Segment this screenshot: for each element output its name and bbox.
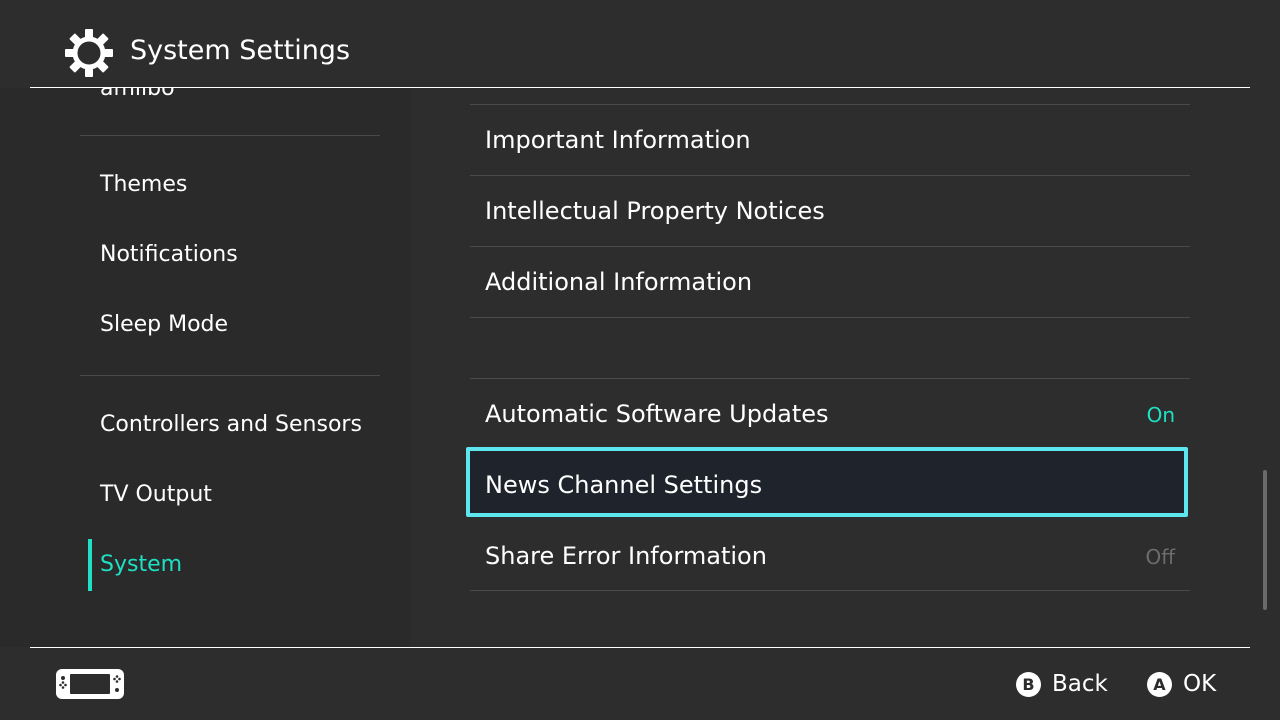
sidebar-item-themes[interactable]: Themes bbox=[100, 170, 187, 200]
b-button-icon: B bbox=[1016, 671, 1041, 697]
sidebar[interactable]: amiibo Themes Notifications Sleep Mode C… bbox=[0, 88, 410, 647]
ok-button[interactable]: A OK bbox=[1147, 670, 1216, 698]
gear-icon bbox=[65, 29, 113, 77]
ok-label: OK bbox=[1183, 671, 1217, 697]
scrollbar[interactable] bbox=[1263, 470, 1267, 610]
status-value-off: Off bbox=[1145, 545, 1175, 569]
row-important-information[interactable]: Important Information bbox=[485, 124, 751, 156]
settings-list[interactable]: Important Information Intellectual Prope… bbox=[410, 88, 1280, 647]
sidebar-item-tv-output[interactable]: TV Output bbox=[100, 480, 212, 510]
header: System Settings bbox=[0, 0, 1280, 88]
console-icon bbox=[56, 669, 124, 699]
row-divider bbox=[470, 590, 1190, 591]
sidebar-item-sleep-mode[interactable]: Sleep Mode bbox=[100, 310, 228, 340]
back-button[interactable]: B Back bbox=[1016, 670, 1108, 698]
sidebar-divider bbox=[80, 135, 380, 136]
row-automatic-software-updates[interactable]: Automatic Software Updates bbox=[485, 398, 829, 430]
sidebar-item-controllers-and-sensors[interactable]: Controllers and Sensors bbox=[100, 410, 362, 440]
row-divider bbox=[470, 246, 1190, 247]
row-intellectual-property-notices[interactable]: Intellectual Property Notices bbox=[485, 195, 825, 227]
row-news-channel-settings[interactable]: News Channel Settings bbox=[485, 469, 762, 501]
selection-indicator bbox=[88, 539, 92, 591]
row-divider bbox=[470, 378, 1190, 379]
a-button-icon: A bbox=[1147, 671, 1172, 697]
row-divider bbox=[470, 317, 1190, 318]
row-divider bbox=[470, 175, 1190, 176]
footer: B Back A OK bbox=[0, 648, 1280, 720]
sidebar-item-notifications[interactable]: Notifications bbox=[100, 240, 238, 270]
page-title: System Settings bbox=[130, 35, 351, 66]
sidebar-item-system[interactable]: System bbox=[100, 550, 182, 580]
sidebar-item-amiibo[interactable]: amiibo bbox=[100, 88, 175, 104]
system-settings-screen: System Settings amiibo Themes Notificati… bbox=[0, 0, 1280, 720]
sidebar-divider bbox=[80, 375, 380, 376]
row-share-error-information[interactable]: Share Error Information bbox=[485, 540, 767, 572]
back-label: Back bbox=[1052, 671, 1108, 697]
row-additional-information[interactable]: Additional Information bbox=[485, 266, 752, 298]
status-value-on: On bbox=[1146, 403, 1175, 427]
row-divider bbox=[470, 104, 1190, 105]
